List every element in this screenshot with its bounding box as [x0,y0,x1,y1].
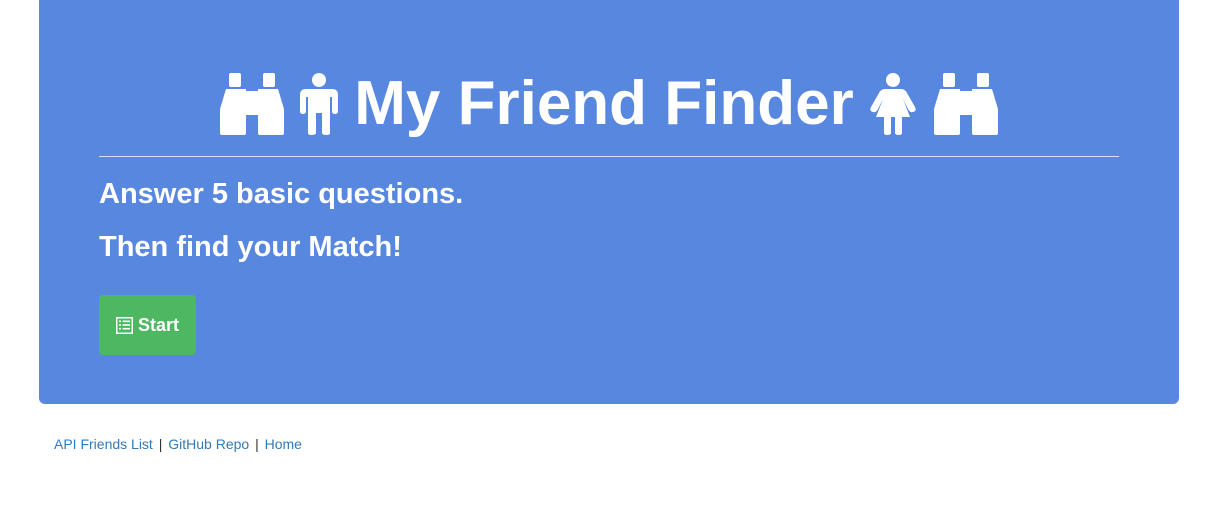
start-button-label: Start [137,314,179,335]
footer-separator: | [158,436,163,452]
male-icon [300,73,339,135]
footer: API Friends List | GitHub Repo | Home [54,435,302,453]
start-button[interactable]: Start [99,295,196,355]
binoculars-icon [220,73,285,135]
page-title: My Friend Finder [39,66,1179,142]
female-icon [870,73,916,135]
intro-line-1: Answer 5 basic questions. [99,178,464,210]
jumbotron: My Friend Finder Answer 5 basic question… [39,0,1179,404]
api-friends-list-link[interactable]: API Friends List [54,436,153,452]
github-repo-link[interactable]: GitHub Repo [168,436,249,452]
footer-separator: | [255,436,259,452]
binoculars-icon [933,73,998,135]
title-text: My Friend Finder [354,69,854,138]
divider [99,156,1119,157]
list-icon [115,316,133,334]
intro-line-2: Then find your Match! [99,231,402,263]
home-link[interactable]: Home [265,436,302,452]
